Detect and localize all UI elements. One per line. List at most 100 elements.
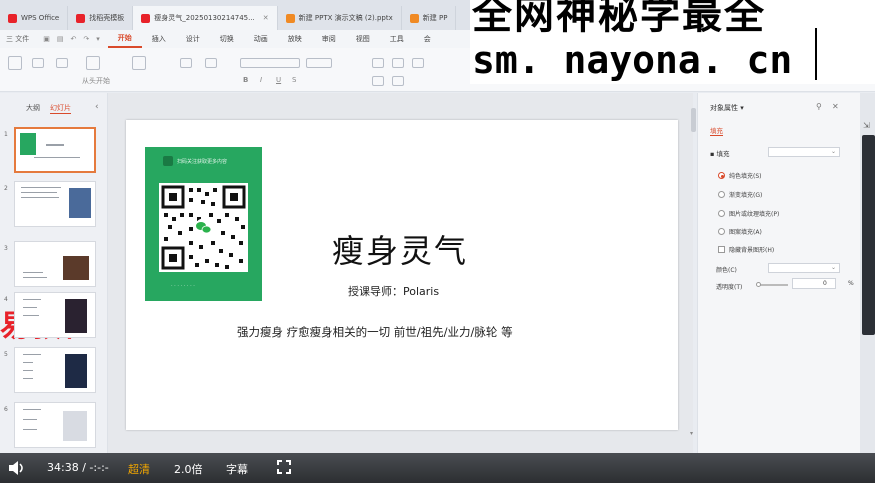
- transparency-input[interactable]: 0 %: [792, 278, 854, 289]
- print-icon[interactable]: ▤: [57, 35, 64, 43]
- checkbox[interactable]: [718, 246, 725, 253]
- menu-slideshow[interactable]: 放映: [278, 34, 312, 44]
- redo-icon[interactable]: ↷: [83, 35, 89, 43]
- thumb-text-line: [23, 307, 37, 308]
- file-menu[interactable]: 三 文件: [0, 34, 35, 44]
- quality-button[interactable]: 超清: [128, 461, 150, 477]
- slide-thumbnail-1[interactable]: [14, 127, 96, 173]
- option-picture-fill[interactable]: 图片或纹理填充(P): [718, 209, 779, 218]
- font-size-select[interactable]: [306, 58, 332, 68]
- tab-outline[interactable]: 大纲: [26, 103, 40, 114]
- pin-icon[interactable]: ⚲: [816, 102, 822, 111]
- cut-icon[interactable]: [32, 58, 44, 68]
- menu-insert[interactable]: 插入: [142, 34, 176, 44]
- canvas-vertical-scrollbar[interactable]: ▾: [690, 100, 696, 440]
- slide-description[interactable]: 强力瘦身 疗愈瘦身相关的一切 前世/祖先/业力/脉轮 等: [237, 324, 513, 340]
- slider-knob[interactable]: [756, 282, 761, 287]
- tab-slides[interactable]: 幻灯片: [50, 103, 71, 114]
- tab-template[interactable]: 找稻壳模板: [68, 6, 134, 30]
- slide-thumbnail-3[interactable]: [14, 241, 96, 287]
- tab-new-pptx-2[interactable]: 新建 PPTX 演示文稿 (2).pptx: [278, 6, 402, 30]
- qr-thumbnail-image: [20, 133, 36, 155]
- save-icon[interactable]: ▣: [43, 35, 50, 43]
- thumb-title-line: [46, 144, 64, 146]
- slide-title[interactable]: 瘦身灵气: [332, 226, 468, 272]
- bullets-icon[interactable]: [372, 76, 384, 86]
- tab-new-pptx[interactable]: 新建 PP: [402, 6, 457, 30]
- menu-transitions[interactable]: 切换: [210, 34, 244, 44]
- paste-icon[interactable]: [8, 56, 22, 70]
- layout-icon[interactable]: [180, 58, 192, 68]
- play-from-start-button[interactable]: 从头开始: [82, 76, 110, 86]
- align-center-icon[interactable]: [392, 58, 404, 68]
- underline-icon[interactable]: U: [276, 76, 281, 84]
- copy-icon[interactable]: [56, 58, 68, 68]
- align-left-icon[interactable]: [372, 58, 384, 68]
- radio-button[interactable]: [718, 172, 725, 179]
- playback-time: 34:38 / -:-:-: [47, 461, 109, 474]
- line-spacing-icon[interactable]: [412, 58, 424, 68]
- tab-wps-office[interactable]: WPS Office: [0, 6, 69, 30]
- option-gradient-fill[interactable]: 渐变填充(G): [718, 190, 762, 199]
- volume-icon[interactable]: [8, 461, 26, 475]
- menu-home[interactable]: 开始: [107, 30, 142, 48]
- slide-teacher[interactable]: 授课导师：Polaris: [348, 283, 439, 299]
- numbering-icon[interactable]: [392, 76, 404, 86]
- thumb-text-line: [34, 157, 80, 158]
- menu-animation[interactable]: 动画: [244, 34, 278, 44]
- option-pattern-fill[interactable]: 图案填充(A): [718, 227, 762, 236]
- quick-access-toolbar: ▣ ▤ ↶ ↷ ▾: [35, 35, 108, 43]
- strikethrough-icon[interactable]: S: [292, 76, 296, 84]
- radio-button[interactable]: [718, 228, 725, 235]
- pptx-icon: [409, 13, 419, 23]
- close-icon[interactable]: ✕: [263, 14, 269, 22]
- thumb-image: [69, 188, 91, 218]
- thumb-text-line: [23, 315, 39, 316]
- thumb-text-line: [23, 362, 33, 363]
- properties-icon[interactable]: ⇲: [863, 121, 870, 130]
- slide-thumbnail-4[interactable]: [14, 292, 96, 338]
- scrollbar-thumb[interactable]: [691, 108, 696, 132]
- new-slide-icon[interactable]: [132, 56, 146, 70]
- section-icon[interactable]: [205, 58, 217, 68]
- total-duration: -:-:-: [89, 461, 109, 474]
- transparency-slider[interactable]: [756, 282, 788, 287]
- collapse-panel-icon[interactable]: ‹: [95, 102, 99, 112]
- option-solid-fill[interactable]: 纯色填充(S): [718, 171, 762, 180]
- close-icon[interactable]: ✕: [832, 102, 839, 111]
- menu-design[interactable]: 设计: [176, 34, 210, 44]
- option-hide-background[interactable]: 隐藏背景图形(H): [718, 245, 774, 254]
- font-family-select[interactable]: [240, 58, 300, 68]
- radio-button[interactable]: [718, 191, 725, 198]
- menu-tools[interactable]: 工具: [380, 34, 414, 44]
- color-select[interactable]: ⌄: [768, 263, 840, 273]
- fill-type-select[interactable]: ⌄: [768, 147, 840, 157]
- scroll-down-icon[interactable]: ▾: [690, 430, 693, 437]
- slide-thumbnail-6[interactable]: [14, 402, 96, 448]
- overlay-headline: 全网神秘学最全: [472, 0, 766, 38]
- chevron-down-icon[interactable]: ▾: [96, 35, 100, 43]
- tab-current-doc[interactable]: 瘦身灵气_20250130214745... ✕: [133, 6, 278, 30]
- video-player-controls: 34:38 / -:-:- 超清 2.0倍 字幕: [0, 453, 875, 483]
- chevron-down-icon: ⌄: [830, 264, 836, 271]
- fill-section-header[interactable]: ▪ 填充: [710, 148, 729, 158]
- italic-icon[interactable]: I: [260, 76, 262, 84]
- radio-button[interactable]: [718, 210, 725, 217]
- subtitles-button[interactable]: 字幕: [226, 461, 248, 477]
- tab-fill[interactable]: 填充: [710, 125, 723, 136]
- slide-thumbnail-5[interactable]: [14, 347, 96, 393]
- slide-number: 3: [4, 245, 8, 252]
- thumb-text-line: [23, 419, 37, 420]
- panel-title[interactable]: 对象属性 ▾: [710, 103, 744, 113]
- right-sidebar-strip: ⇲: [860, 93, 875, 453]
- bold-icon[interactable]: B: [243, 76, 248, 84]
- slide-thumbnail-2[interactable]: [14, 181, 96, 227]
- speed-button[interactable]: 2.0倍: [174, 461, 203, 477]
- menu-member[interactable]: 会: [414, 34, 441, 44]
- undo-icon[interactable]: ↶: [70, 35, 76, 43]
- fullscreen-icon[interactable]: [277, 460, 291, 474]
- play-slideshow-icon[interactable]: [86, 56, 100, 70]
- menu-view[interactable]: 视图: [346, 34, 380, 44]
- current-slide[interactable]: 扫码关注获取更多内容 · · · · · · · · 瘦身灵气 授课导师：Pol…: [126, 120, 678, 430]
- menu-review[interactable]: 审阅: [312, 34, 346, 44]
